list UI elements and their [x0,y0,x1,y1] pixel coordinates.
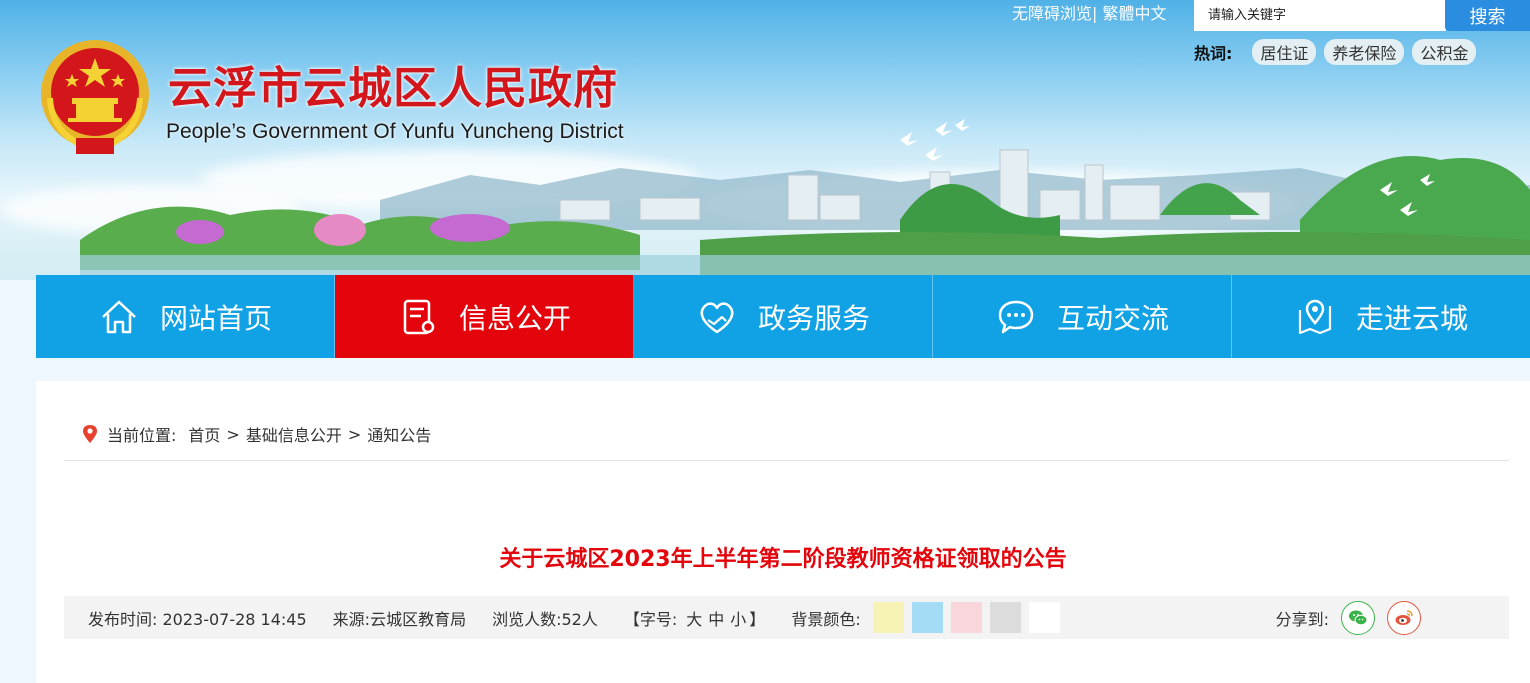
hot-keywords: 热词: 居住证 养老保险 公积金 [1194,39,1477,65]
search-button[interactable]: 搜索 [1445,0,1530,31]
handshake-heart-icon [700,301,734,333]
breadcrumb-notices[interactable]: 通知公告 [367,422,431,446]
share-weibo-button[interactable] [1387,600,1421,635]
home-icon [102,300,136,333]
header-banner: 云浮市云城区人民政府 People’s Government Of Yunfu … [0,0,1530,280]
nav-item-label: 走进云城 [1355,301,1468,335]
nav-item-label: 互动交流 [1056,301,1169,335]
nav-item-gov-services[interactable]: 政务服务 [634,275,933,358]
nav-item-label: 网站首页 [159,301,272,335]
site-title: 云浮市云城区人民政府 [168,63,618,114]
traditional-chinese-link[interactable]: 繁體中文 [1103,4,1167,23]
hot-tag-residence-permit[interactable]: 居住证 [1252,39,1317,65]
nav-item-home[interactable]: 网站首页 [36,275,335,358]
article-title: 关于云城区2023年上半年第二阶段教师资格证领取的公告 [499,547,1067,572]
location-pin-icon [83,425,97,443]
site-subtitle: People’s Government Of Yunfu Yuncheng Di… [166,120,624,143]
hot-tag-pension-insurance[interactable]: 养老保险 [1324,39,1405,65]
main-nav: 网站首页 信息公开 政务服务 互动交流 走进云城 [36,275,1530,358]
breadcrumb-separator: > [347,424,362,444]
nav-item-interaction[interactable]: 互动交流 [933,275,1232,358]
national-emblem-logo [41,40,149,154]
hot-tag-housing-fund[interactable]: 公积金 [1412,39,1477,65]
document-icon [403,299,435,334]
nav-item-about-yuncheng[interactable]: 走进云城 [1232,275,1530,358]
font-size-large[interactable]: 大 [686,606,702,630]
accessible-browsing-link[interactable]: 无障碍浏览 [1012,4,1092,23]
view-count: 浏览人数:52人 [492,609,598,629]
top-links: 无障碍浏览| 繁體中文 [1012,0,1167,24]
nav-item-label: 信息公开 [458,301,571,335]
publish-time: 发布时间: 2023-07-28 14:45 [88,609,307,629]
bg-swatch-white[interactable] [1028,602,1060,633]
link-separator: | [1092,4,1098,23]
share-label: 分享到: [1275,609,1329,629]
content-panel: 当前位置: 首页 > 基础信息公开 > 通知公告 关于云城区2023年上半年第二… [36,381,1530,683]
share-area: 分享到: [1276,596,1421,639]
font-size-prefix: 【字号: [623,609,678,629]
nav-item-info-disclosure[interactable]: 信息公开 [335,275,634,358]
font-size-suffix: 】 [749,609,766,629]
weibo-icon [1395,609,1413,625]
nav-item-label: 政务服务 [757,301,870,335]
share-wechat-button[interactable] [1341,600,1375,635]
hot-keywords-label: 热词: [1194,44,1233,63]
breadcrumb-home[interactable]: 首页 [188,422,220,446]
font-size-small[interactable]: 小 [730,606,746,630]
chat-bubble-icon [998,300,1034,333]
bg-swatch-pink[interactable] [950,602,982,633]
divider [64,460,1509,461]
breadcrumb: 当前位置: 首页 > 基础信息公开 > 通知公告 [81,423,431,445]
article-meta-bar: 发布时间: 2023-07-28 14:45 来源:云城区教育局 浏览人数:52… [64,596,1509,639]
breadcrumb-basic-info[interactable]: 基础信息公开 [246,422,342,446]
bg-swatch-blue[interactable] [911,602,943,633]
map-pin-icon [1298,299,1332,334]
font-size-medium[interactable]: 中 [708,606,724,630]
bg-swatch-gray[interactable] [989,602,1021,633]
source: 来源:云城区教育局 [332,609,467,629]
bg-swatch-yellow[interactable] [872,602,904,633]
wechat-icon [1349,610,1368,625]
search-input[interactable] [1194,0,1446,31]
bg-color-label: 背景颜色: [791,609,861,629]
breadcrumb-separator: > [226,424,240,444]
breadcrumb-label: 当前位置: [107,426,177,445]
